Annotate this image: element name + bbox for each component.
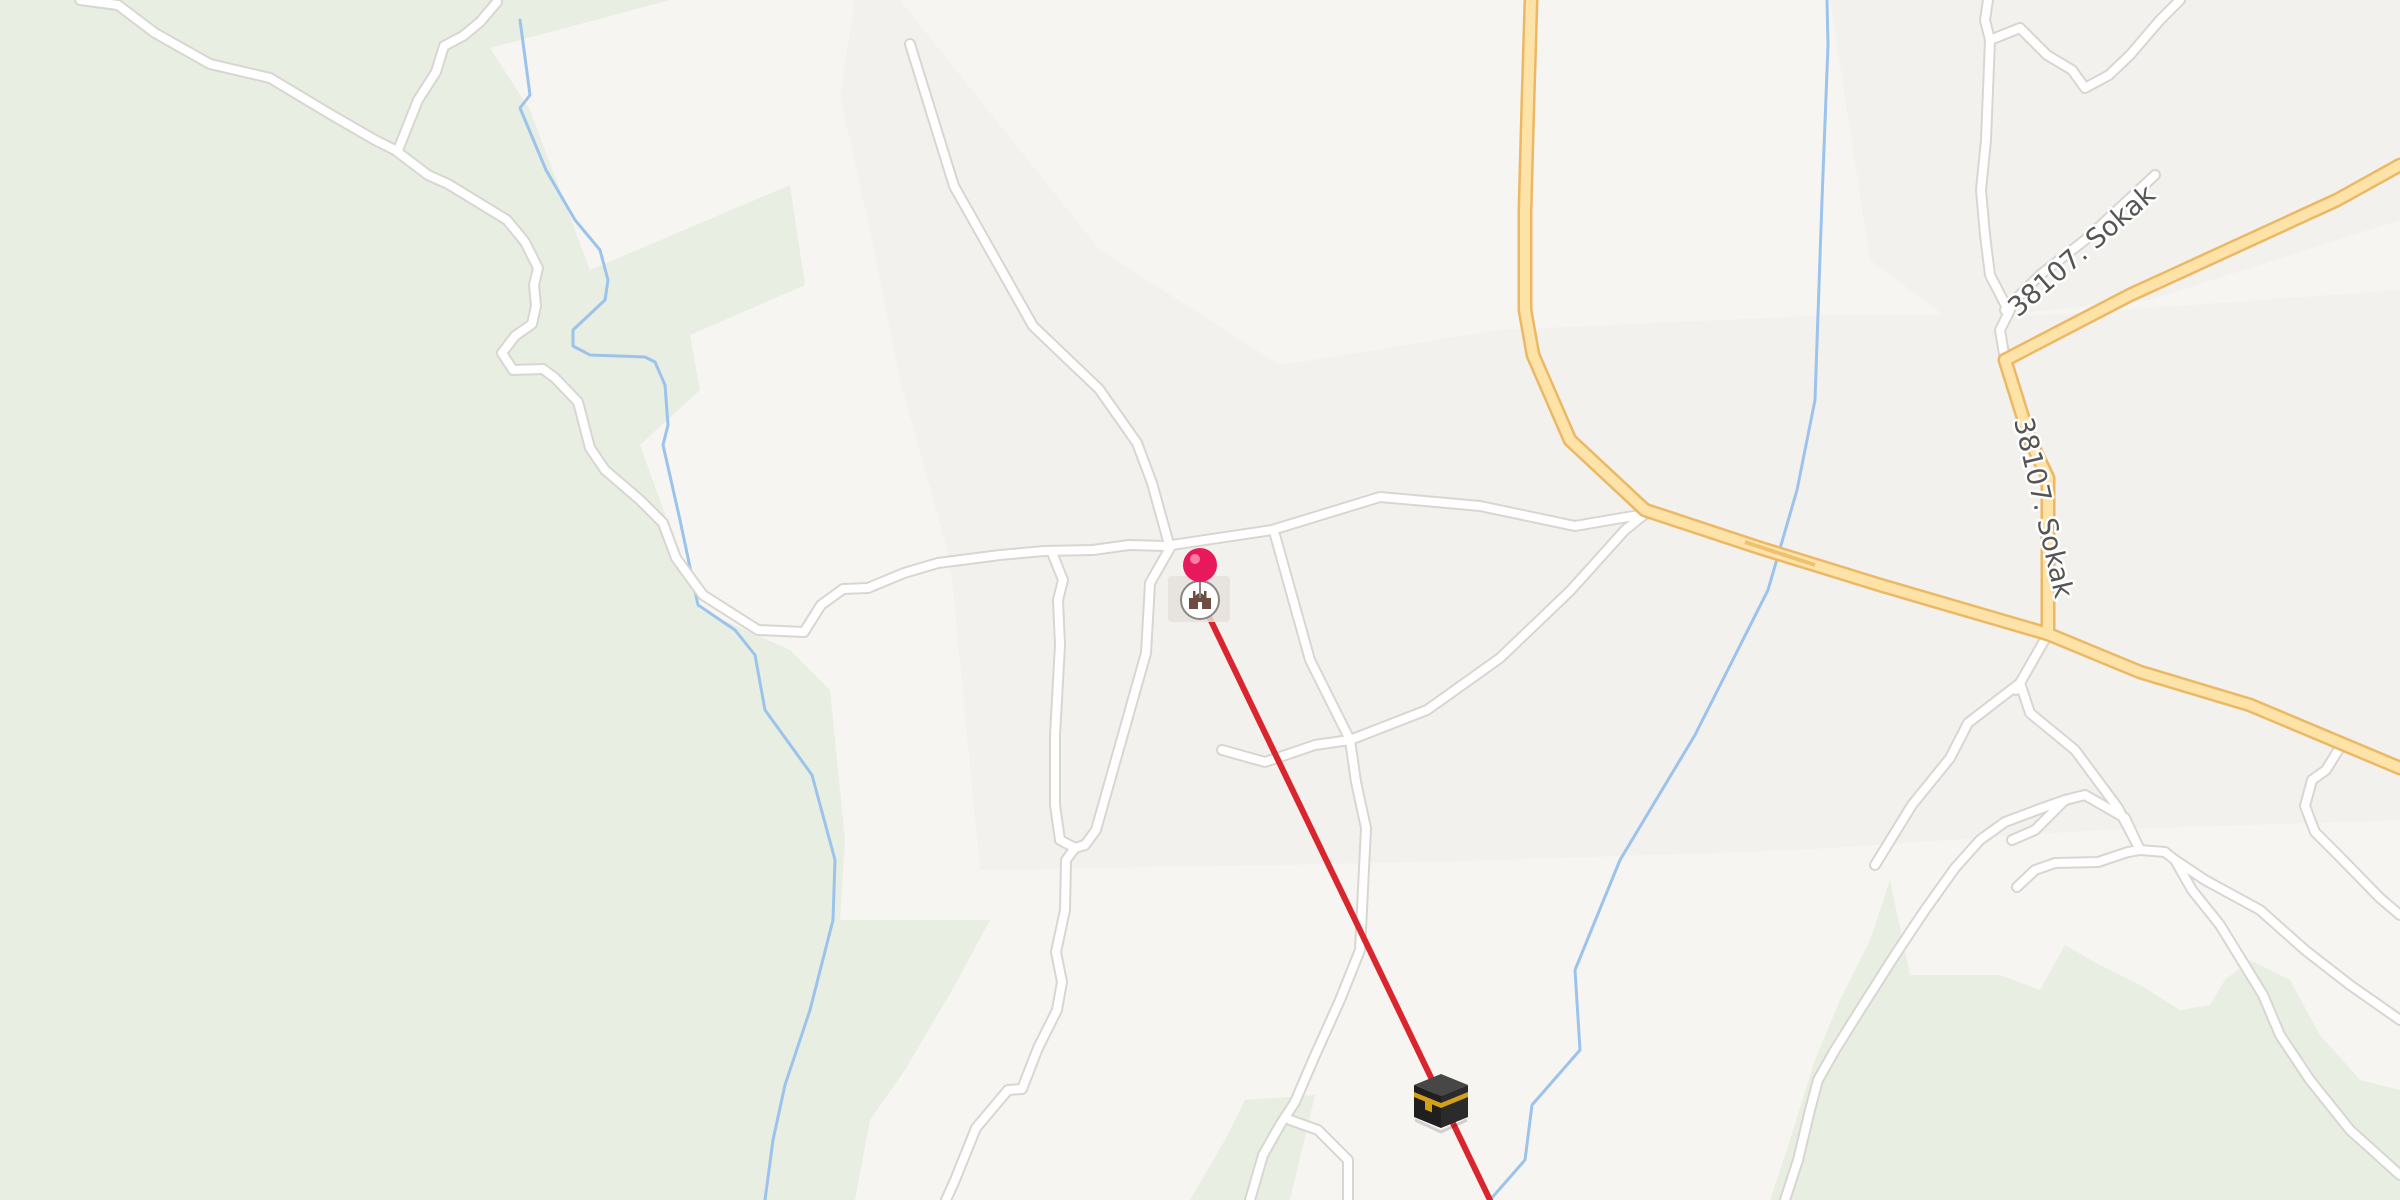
pin-icon: [1183, 548, 1217, 582]
kaaba-marker[interactable]: [1414, 1074, 1468, 1134]
map-view[interactable]: 38107. Sokak 38107. Sokak: [0, 0, 2400, 1200]
pin-highlight: [1190, 554, 1200, 564]
kaaba-icon: [1414, 1074, 1468, 1128]
map-canvas[interactable]: 38107. Sokak 38107. Sokak: [0, 0, 2400, 1200]
